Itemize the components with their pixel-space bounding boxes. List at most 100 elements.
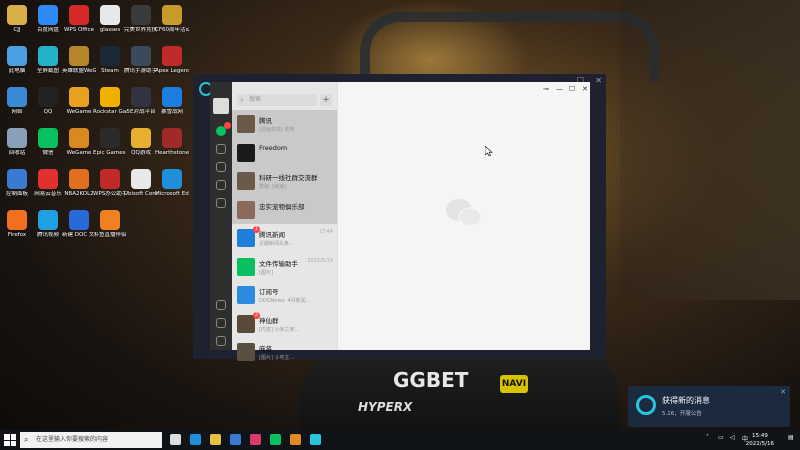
desktop-shortcut[interactable]: WPS办公助手 bbox=[93, 169, 127, 198]
chat-list-item[interactable]: 1 腾讯新闻 近期新闻头条... 17:44 bbox=[232, 224, 337, 253]
desktop-shortcut[interactable]: 控制面板 bbox=[0, 169, 34, 198]
desktop-shortcut[interactable]: QQ游戏 bbox=[124, 128, 158, 157]
desktop-shortcut[interactable]: 完美世界竞技平台 bbox=[124, 5, 158, 34]
taskbar-search-input[interactable]: 在这里输入你要搜索的内容 bbox=[20, 432, 162, 448]
chat-name: 忠实宠物俱乐部 bbox=[259, 202, 305, 211]
desktop-shortcut-label: 5E对战平台 bbox=[126, 109, 156, 115]
clock-time: 15:49 bbox=[751, 433, 768, 439]
desktop-shortcut[interactable]: WeGame bbox=[62, 128, 96, 157]
chat-avatar bbox=[237, 200, 255, 219]
desktop-shortcut-label: 网络 bbox=[11, 109, 23, 115]
desktop-shortcut[interactable]: 腾讯视频 bbox=[31, 210, 65, 239]
chat-list-item[interactable]: 科研一线社群交流群 群聊: [链接] bbox=[232, 167, 337, 196]
store-icon[interactable] bbox=[250, 434, 261, 445]
chat-list-item[interactable]: 订阅号 DOGNews: 4月新闻... bbox=[232, 281, 337, 310]
chat-list-item[interactable]: 2 神仙群 [内容] 小米之家... bbox=[232, 310, 337, 339]
desktop-shortcut[interactable]: glasses bbox=[93, 5, 127, 34]
close-icon[interactable]: ✕ bbox=[780, 388, 786, 396]
network-icon[interactable]: ▭ bbox=[718, 434, 724, 441]
desktop-shortcut[interactable]: Microsoft Edge bbox=[155, 169, 189, 198]
notification-title: 获得新的消息 bbox=[662, 396, 710, 405]
desktop-shortcut[interactable]: Hearthstone Deck Trac... bbox=[155, 128, 189, 157]
outer-close-button[interactable]: ✕ bbox=[595, 76, 602, 85]
desktop-shortcut[interactable]: 新建 DOC 文档 bbox=[62, 210, 96, 239]
add-button[interactable]: + bbox=[320, 94, 332, 106]
desktop-shortcut[interactable]: 暴雪战网 bbox=[155, 87, 189, 116]
chat-name: 神仙群 bbox=[259, 316, 279, 325]
wechat-sidebar bbox=[210, 82, 232, 350]
desktop-shortcut[interactable]: 此电脑 bbox=[0, 46, 34, 75]
contacts-icon[interactable] bbox=[216, 144, 226, 154]
desktop-shortcut[interactable]: 微信 bbox=[31, 128, 65, 157]
app-icon[interactable] bbox=[290, 434, 301, 445]
desktop-shortcut[interactable]: WeGame bbox=[62, 87, 96, 116]
chat-list-item[interactable]: 文件传输助手 [图片] 2022/5/14 bbox=[232, 253, 337, 282]
file-icon bbox=[100, 5, 120, 25]
desktop-shortcut[interactable]: QQ bbox=[31, 87, 65, 116]
file-explorer-icon[interactable] bbox=[210, 434, 221, 445]
desktop-shortcut[interactable]: CJJ bbox=[0, 5, 34, 34]
desktop-shortcut[interactable]: Steam bbox=[93, 46, 127, 75]
recycle-bin-icon bbox=[7, 128, 27, 148]
mail-icon[interactable] bbox=[230, 434, 241, 445]
clock-date: 2022/5/16 bbox=[745, 441, 774, 447]
chat-list-item[interactable]: Freedom bbox=[232, 138, 337, 167]
pin-icon[interactable]: ⊸ bbox=[543, 85, 549, 93]
desktop-shortcut[interactable]: Epic Games Launcher bbox=[93, 128, 127, 157]
desktop-shortcut[interactable]: Apex Legends bbox=[155, 46, 189, 75]
desktop-shortcut[interactable]: NBA2KOL2 bbox=[62, 169, 96, 198]
folder-icon[interactable] bbox=[216, 180, 226, 190]
wechat-icon[interactable] bbox=[270, 434, 281, 445]
volume-icon[interactable]: ◁ bbox=[730, 434, 735, 441]
notification-center-icon[interactable]: ▤ bbox=[788, 434, 794, 441]
notification-toast[interactable]: 获得新的消息 5.16，开服公告 ✕ bbox=[628, 386, 790, 427]
edge-icon[interactable] bbox=[190, 434, 201, 445]
search-input[interactable]: 搜索 bbox=[237, 94, 317, 106]
chat-avatar bbox=[237, 314, 255, 333]
close-button[interactable]: ✕ bbox=[582, 85, 588, 93]
desktop-shortcut[interactable]: Rockstar Games... bbox=[93, 87, 127, 116]
minimize-button[interactable]: — bbox=[556, 85, 563, 93]
desktop-shortcut-label: NBA2KOL2 bbox=[64, 191, 94, 197]
desktop-shortcut[interactable]: 斗鱼直播伴侣 bbox=[93, 210, 127, 239]
desktop-shortcut[interactable]: WPS Office bbox=[62, 5, 96, 34]
jersey-partner-logo: HYPERX bbox=[358, 400, 413, 414]
desktop-shortcut[interactable]: 英雄联盟WeGame版 bbox=[62, 46, 96, 75]
chat-list: 搜索 + 腾讯 [动画表情] 收到 Freedom 科研一线社群交流群群聊: [链接]… bbox=[232, 82, 337, 361]
game-icon bbox=[69, 169, 89, 189]
mini-program-icon[interactable] bbox=[216, 300, 226, 310]
wegame-icon[interactable] bbox=[310, 434, 321, 445]
tray-arrow-icon[interactable]: ˄ bbox=[706, 434, 709, 441]
chat-name: 腾讯 bbox=[259, 117, 272, 125]
wps-icon bbox=[100, 169, 120, 189]
desktop-shortcut[interactable]: 百度网盘 bbox=[31, 5, 65, 34]
desktop-shortcut-label: 微信 bbox=[42, 150, 54, 156]
chat-preview: DOGNews: 4月新闻... bbox=[259, 298, 311, 304]
task-view-icon[interactable] bbox=[170, 434, 181, 445]
jersey-sponsor-logo: GGBET bbox=[393, 368, 469, 392]
chat-list-item[interactable]: 腾讯 [动画表情] 收到 bbox=[232, 110, 337, 139]
desktop-shortcut[interactable]: 回收站 bbox=[0, 128, 34, 157]
taskbar-clock[interactable]: 15:49 2022/5/16 bbox=[746, 432, 774, 448]
desktop-shortcut[interactable]: 网络 bbox=[0, 87, 34, 116]
moments-icon[interactable] bbox=[216, 198, 226, 208]
desktop-shortcut[interactable]: 腾讯手游助手官方版 bbox=[124, 46, 158, 75]
avatar[interactable] bbox=[213, 98, 229, 114]
chat-list-item[interactable]: 麻将 [图片] 斗地主... bbox=[232, 338, 337, 367]
desktop-shortcut[interactable]: 全屏截图 bbox=[31, 46, 65, 75]
desktop-shortcut[interactable]: CF60周年活动助手 bbox=[155, 5, 189, 34]
notification-body: 5.16，开服公告 bbox=[662, 411, 702, 417]
desktop-shortcut[interactable]: 网易云音乐 bbox=[31, 169, 65, 198]
game-icon bbox=[162, 5, 182, 25]
windows-start-button[interactable] bbox=[4, 434, 16, 446]
favorites-icon[interactable] bbox=[216, 162, 226, 172]
desktop-shortcut[interactable]: Firefox bbox=[0, 210, 34, 239]
desktop-shortcut[interactable]: Ubisoft Connect bbox=[124, 169, 158, 198]
phone-icon[interactable] bbox=[216, 318, 226, 328]
menu-icon[interactable] bbox=[216, 336, 226, 346]
chat-badge bbox=[224, 122, 231, 129]
chat-list-item[interactable]: 忠实宠物俱乐部 bbox=[232, 195, 337, 224]
maximize-button[interactable]: ☐ bbox=[569, 85, 575, 93]
chat-avatar bbox=[237, 115, 255, 133]
desktop-shortcut[interactable]: 5E对战平台 bbox=[124, 87, 158, 116]
